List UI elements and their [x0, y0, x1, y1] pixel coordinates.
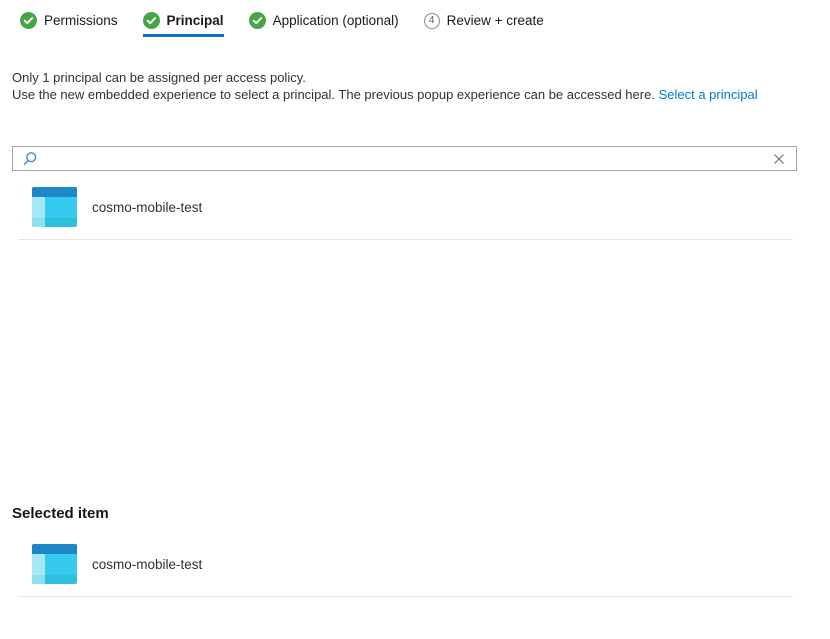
principal-step-page: Permissions Principal Application (optio… — [0, 0, 830, 639]
tab-label: Review + create — [447, 13, 544, 28]
description-line2: Use the new embedded experience to selec… — [12, 87, 802, 104]
tab-label: Permissions — [44, 13, 118, 28]
tab-label: Application (optional) — [273, 13, 399, 28]
tab-principal[interactable]: Principal — [143, 12, 224, 37]
completed-check-icon — [143, 12, 160, 29]
clear-search-button[interactable] — [770, 150, 788, 168]
principal-result-row[interactable]: cosmo-mobile-test — [18, 184, 793, 240]
application-icon — [32, 544, 77, 584]
close-icon — [772, 152, 786, 166]
step-number-icon: 4 — [424, 13, 440, 29]
wizard-tab-strip: Permissions Principal Application (optio… — [20, 0, 544, 37]
completed-check-icon — [249, 12, 266, 29]
completed-check-icon — [20, 12, 37, 29]
tab-review-create[interactable]: 4 Review + create — [424, 12, 544, 37]
selected-principal-row[interactable]: cosmo-mobile-test — [18, 541, 793, 597]
tab-label: Principal — [167, 13, 224, 28]
tab-application-optional[interactable]: Application (optional) — [249, 12, 399, 37]
search-icon — [22, 151, 38, 167]
search-input[interactable] — [38, 147, 770, 170]
principal-name: cosmo-mobile-test — [92, 200, 202, 215]
tab-permissions[interactable]: Permissions — [20, 12, 118, 37]
selected-principal-name: cosmo-mobile-test — [92, 557, 202, 572]
selected-item-heading: Selected item — [12, 505, 109, 522]
select-a-principal-link[interactable]: Select a principal — [659, 87, 758, 102]
description-text: Only 1 principal can be assigned per acc… — [12, 70, 802, 103]
description-line1: Only 1 principal can be assigned per acc… — [12, 70, 802, 87]
principal-search-box — [12, 146, 797, 171]
application-icon — [32, 187, 77, 227]
